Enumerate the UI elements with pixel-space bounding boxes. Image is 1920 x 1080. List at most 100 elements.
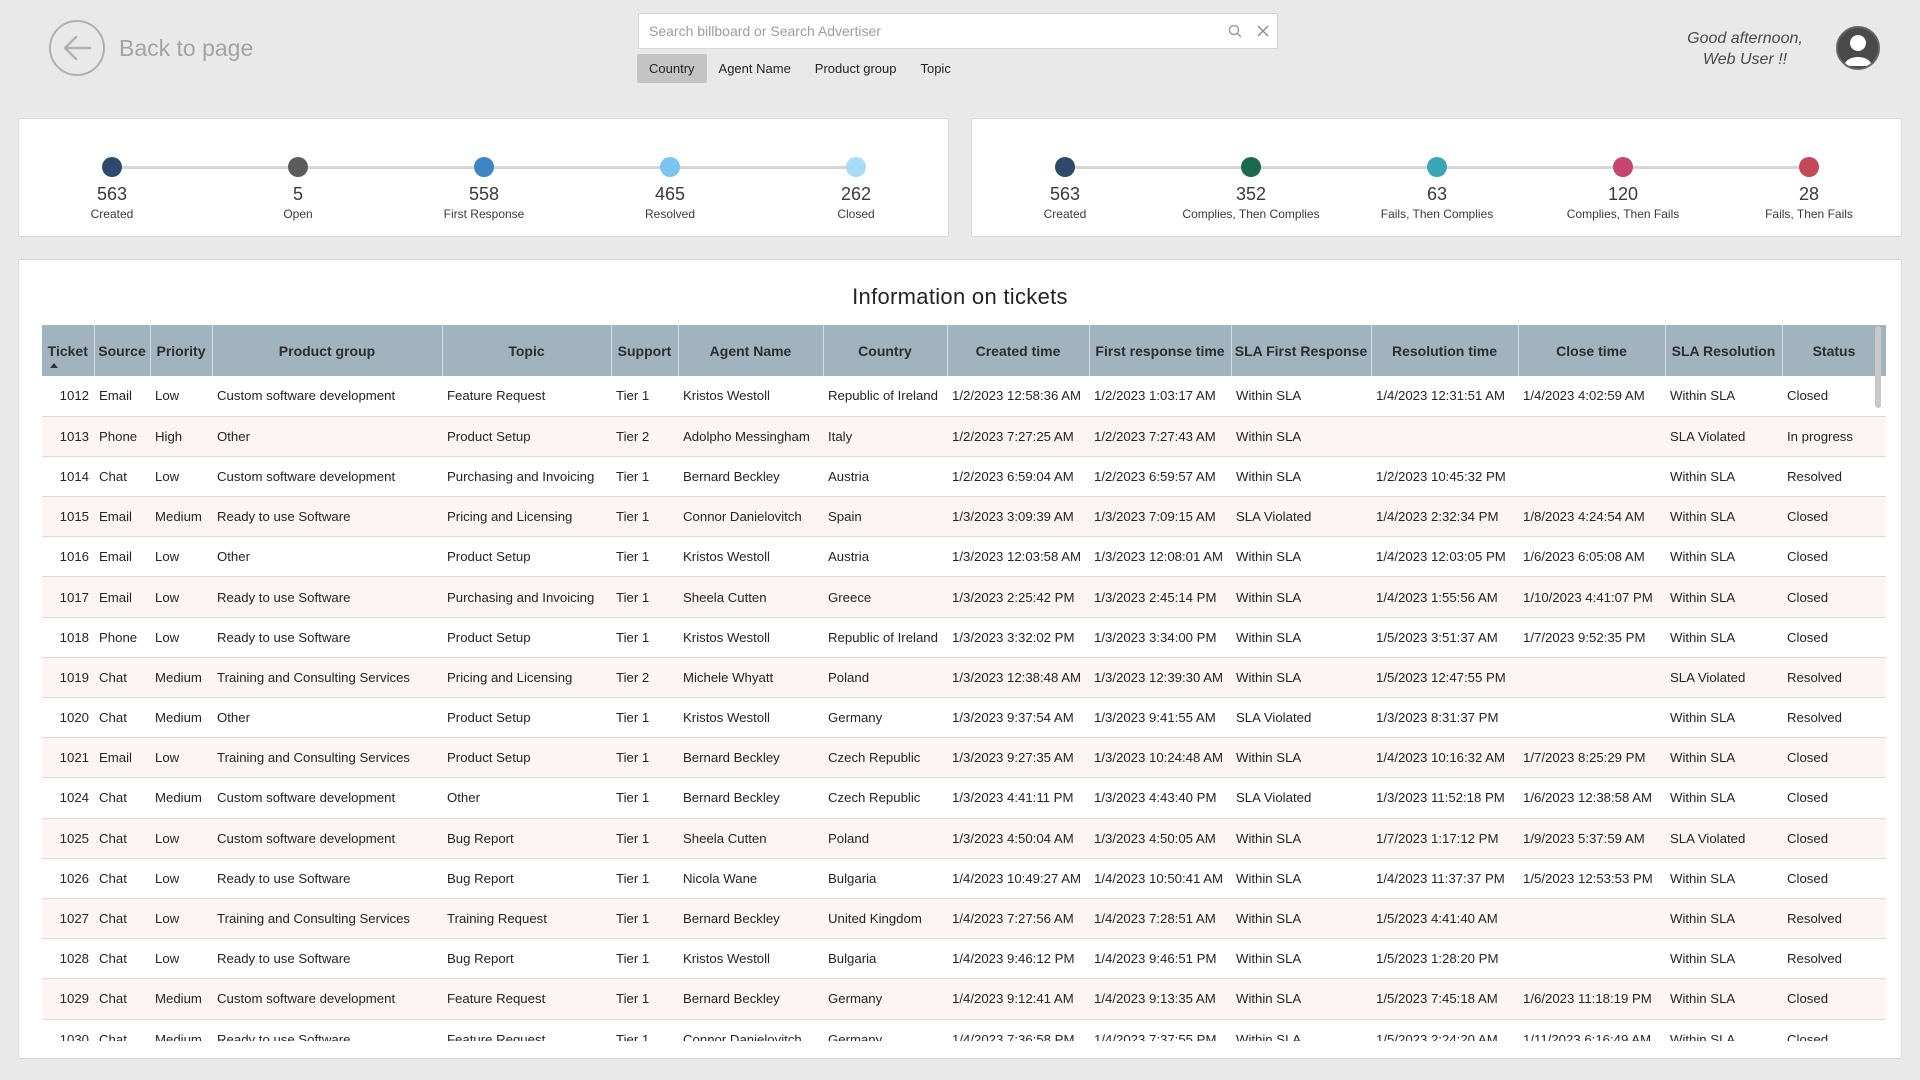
col-support-header[interactable]: Support [611,325,679,376]
status-dot-icon [660,157,680,177]
col-priority-cell: Low [150,737,212,779]
col-status-cell: Closed [1782,1019,1886,1041]
table-row[interactable]: 1018 Phone Low Ready to use Software Product… [42,617,1886,658]
col-country-header[interactable]: Country [823,325,948,376]
col-close-time-cell: 1/5/2023 12:53:53 PM [1518,858,1665,899]
table-row[interactable]: 1027 Chat Low Training and Consulting Servi… [42,898,1886,940]
user-avatar-icon[interactable] [1836,26,1880,70]
col-ticket-cell: 1027 [42,898,94,940]
kpi-label: First Response [443,207,525,221]
kpi-label: Created [1043,207,1087,221]
col-priority-cell: Medium [150,1019,212,1041]
col-support-cell: Tier 1 [611,576,678,618]
col-created-time-cell: 1/4/2023 9:46:12 PM [947,938,1089,980]
filter-agent-name[interactable]: Agent Name [707,54,803,83]
table-row[interactable]: 1020 Chat Medium Other Product Setup Tier 1 Kr… [42,697,1886,739]
col-agent-name-cell: Sheela Cutten [678,576,823,618]
col-source-cell: Chat [94,938,150,980]
col-resolution-time-cell: 1/5/2023 12:47:55 PM [1371,657,1518,699]
col-priority-cell: High [150,416,212,457]
col-source-cell: Phone [94,416,150,457]
table-row[interactable]: 1012 Email Low Custom software development F… [42,376,1886,417]
col-close-time-cell [1518,416,1665,457]
search-input[interactable] [639,14,1221,48]
search-filter-tabs: Country Agent Name Product group Topic [637,54,963,83]
col-close-time-header[interactable]: Close time [1518,325,1666,376]
col-product-group-cell: Ready to use Software [212,617,442,658]
col-status-cell: Resolved [1782,456,1886,498]
search-icon[interactable] [1221,17,1249,45]
kpi-label: Complies, Then Fails [1566,207,1680,221]
col-created-time-header[interactable]: Created time [947,325,1090,376]
table-row[interactable]: 1015 Email Medium Ready to use Software Pric… [42,496,1886,538]
col-ticket-header[interactable]: Ticket [42,325,95,376]
col-first-response-time-cell: 1/4/2023 7:28:51 AM [1089,898,1231,940]
col-product-group-cell: Other [212,416,442,457]
col-source-header[interactable]: Source [94,325,151,376]
col-source-cell: Email [94,496,150,538]
table-row[interactable]: 1025 Chat Low Custom software development Bu… [42,818,1886,859]
col-status-header[interactable]: Status [1782,325,1886,376]
col-close-time-cell [1518,697,1665,739]
kpi-resolved: 465 Resolved [580,157,760,221]
table-row[interactable]: 1026 Chat Low Ready to use Software Bug Repo… [42,858,1886,899]
filter-topic[interactable]: Topic [908,54,962,83]
table-row[interactable]: 1019 Chat Medium Training and Consulting Se… [42,657,1886,699]
col-country-cell: Czech Republic [823,737,947,779]
kpi-value: 28 [1798,184,1820,204]
table-row[interactable]: 1030 Chat Medium Ready to use Software Featu… [42,1019,1886,1041]
col-country-cell: Czech Republic [823,777,947,819]
tickets-table-scroll[interactable]: Ticket Source Priority Product group Topic Su… [42,325,1886,1041]
col-resolution-time-cell: 1/5/2023 7:45:18 AM [1371,978,1518,1020]
table-row[interactable]: 1024 Chat Medium Custom software developmen… [42,777,1886,819]
col-source-cell: Phone [94,617,150,658]
table-scrollbar[interactable] [1875,326,1881,408]
col-resolution-time-header[interactable]: Resolution time [1371,325,1519,376]
col-country-cell: Poland [823,818,947,859]
back-to-page-button[interactable]: Back to page [49,20,253,76]
clear-search-icon[interactable] [1249,17,1277,45]
table-row[interactable]: 1028 Chat Low Ready to use Software Bug Repo… [42,938,1886,980]
col-topic-cell: Product Setup [442,617,611,658]
filter-product-group[interactable]: Product group [803,54,909,83]
col-support-cell: Tier 1 [611,978,678,1020]
table-row[interactable]: 1021 Email Low Training and Consulting Serv… [42,737,1886,779]
col-topic-cell: Product Setup [442,737,611,779]
col-sla-resolution-header[interactable]: SLA Resolution [1665,325,1783,376]
col-first-response-time-cell: 1/2/2023 6:59:57 AM [1089,456,1231,498]
status-dot-icon [1613,157,1633,177]
table-row[interactable]: 1016 Email Low Other Product Setup Tier 1 Kris… [42,536,1886,578]
col-status-cell: Closed [1782,617,1886,658]
col-agent-name-header[interactable]: Agent Name [678,325,824,376]
greeting-user: Web User !! [1702,51,1788,68]
col-support-cell: Tier 1 [611,617,678,658]
table-row[interactable]: 1017 Email Low Ready to use Software Purchas… [42,576,1886,618]
col-sla-first-response-header[interactable]: SLA First Response [1231,325,1372,376]
col-priority-header[interactable]: Priority [150,325,213,376]
col-created-time-cell: 1/3/2023 4:41:11 PM [947,777,1089,819]
col-priority-cell: Low [150,376,212,417]
col-agent-name-cell: Connor Danielovitch [678,496,823,538]
col-first-response-time-header[interactable]: First response time [1089,325,1232,376]
col-support-cell: Tier 1 [611,376,678,417]
col-support-cell: Tier 2 [611,416,678,457]
col-status-cell: Closed [1782,978,1886,1020]
col-resolution-time-cell: 1/4/2023 12:31:51 AM [1371,376,1518,417]
status-dot-icon [102,157,122,177]
col-ticket-cell: 1017 [42,576,94,618]
table-row[interactable]: 1014 Chat Low Custom software development Pu… [42,456,1886,498]
col-priority-cell: Low [150,898,212,940]
greeting: Good afternoon, Web User !! [1660,28,1830,70]
filter-country[interactable]: Country [637,54,707,83]
table-row[interactable]: 1029 Chat Medium Custom software developmen… [42,978,1886,1020]
col-agent-name-cell: Kristos Westoll [678,376,823,417]
ticket-status-flow-panel: 563 Created 5 Open 558 First Response 46… [18,118,949,237]
col-topic-header[interactable]: Topic [442,325,612,376]
col-created-time-cell: 1/2/2023 7:27:25 AM [947,416,1089,457]
col-resolution-time-cell: 1/3/2023 8:31:37 PM [1371,697,1518,739]
table-row[interactable]: 1013 Phone High Other Product Setup Tier 2 Ado… [42,416,1886,457]
col-first-response-time-cell: 1/3/2023 12:39:30 AM [1089,657,1231,699]
col-created-time-cell: 1/3/2023 12:38:48 AM [947,657,1089,699]
col-close-time-cell: 1/11/2023 6:16:49 AM [1518,1019,1665,1041]
col-product-group-header[interactable]: Product group [212,325,443,376]
